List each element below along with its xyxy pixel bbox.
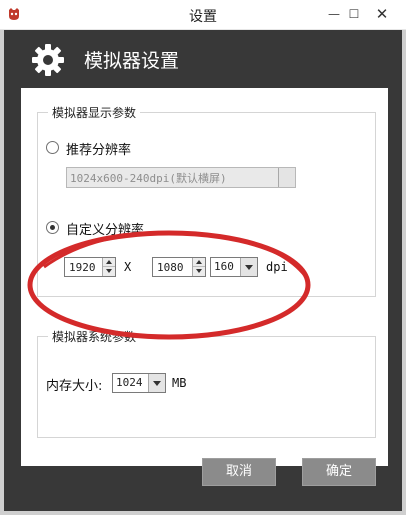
chevron-down-icon <box>278 168 295 187</box>
decrement-arrow-icon[interactable] <box>193 267 205 276</box>
memory-size-select[interactable]: 1024 <box>112 373 166 393</box>
window-titlebar: 设置 — ☐ ✕ <box>0 0 406 30</box>
resolution-separator: X <box>124 260 132 274</box>
close-button[interactable]: ✕ <box>360 0 404 29</box>
ok-button[interactable]: 确定 <box>302 458 376 486</box>
recommended-resolution-value: 1024x600-240dpi(默认横屏) <box>70 172 227 185</box>
custom-resolution-radio[interactable] <box>46 221 59 234</box>
increment-arrow-icon[interactable] <box>103 258 115 267</box>
system-params-legend: 模拟器系统参数 <box>48 328 141 345</box>
display-params-group: 模拟器显示参数 推荐分辨率 1024x600-240dpi(默认横屏) 自定义分… <box>37 104 376 297</box>
recommended-resolution-radio[interactable] <box>46 141 59 154</box>
height-stepper[interactable]: 1080 <box>152 257 206 277</box>
recommended-resolution-label[interactable]: 推荐分辨率 <box>66 139 131 158</box>
chevron-down-icon[interactable] <box>148 374 165 392</box>
dialog-title: 模拟器设置 <box>84 50 180 72</box>
custom-resolution-label[interactable]: 自定义分辨率 <box>66 219 144 238</box>
recommended-resolution-select: 1024x600-240dpi(默认横屏) <box>66 167 296 188</box>
dpi-select[interactable]: 160 <box>210 257 258 277</box>
width-stepper[interactable]: 1920 <box>64 257 116 277</box>
cancel-button[interactable]: 取消 <box>202 458 276 486</box>
memory-unit: MB <box>172 376 187 390</box>
memory-size-label: 内存大小: <box>46 379 103 394</box>
height-value: 1080 <box>157 261 184 274</box>
increment-arrow-icon[interactable] <box>193 258 205 267</box>
chevron-down-icon[interactable] <box>240 258 257 276</box>
dpi-value: 160 <box>214 260 234 273</box>
dpi-unit: dpi <box>266 260 288 274</box>
display-params-legend: 模拟器显示参数 <box>48 104 141 121</box>
settings-dialog: 模拟器设置 模拟器显示参数 推荐分辨率 1024x600-240dpi(默认横屏… <box>0 30 406 515</box>
gear-icon <box>32 44 64 76</box>
settings-panel: 模拟器显示参数 推荐分辨率 1024x600-240dpi(默认横屏) 自定义分… <box>21 88 388 466</box>
system-params-group: 模拟器系统参数 内存大小: 1024 MB <box>37 328 376 438</box>
decrement-arrow-icon[interactable] <box>103 267 115 276</box>
width-value: 1920 <box>69 261 96 274</box>
memory-size-value: 1024 <box>116 376 143 389</box>
